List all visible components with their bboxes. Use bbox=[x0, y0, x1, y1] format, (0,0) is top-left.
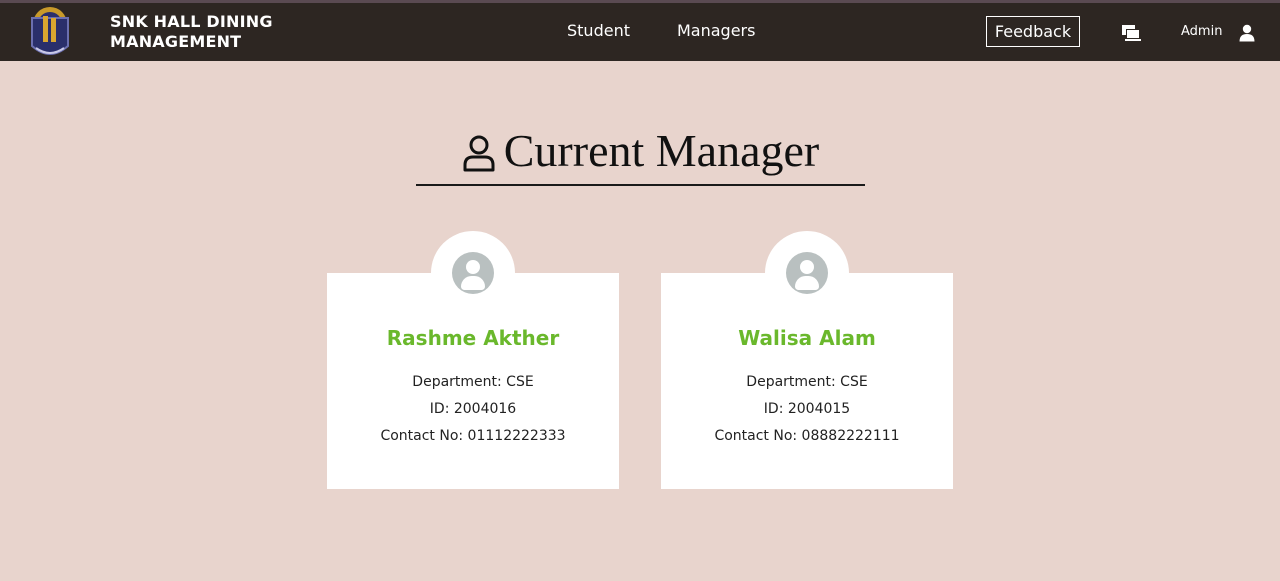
devices-icon[interactable] bbox=[1121, 24, 1141, 42]
avatar-frame bbox=[431, 231, 515, 315]
manager-card: Rashme Akther Department: CSE ID: 200401… bbox=[327, 231, 619, 489]
manager-card: Walisa Alam Department: CSE ID: 2004015 … bbox=[661, 231, 953, 489]
page-title: Current Manager bbox=[503, 125, 820, 176]
manager-department: Department: CSE bbox=[746, 374, 868, 390]
admin-label[interactable]: Admin bbox=[1181, 24, 1222, 39]
avatar-frame bbox=[765, 231, 849, 315]
top-navbar: SNK HALL DINING MANAGEMENT Student Manag… bbox=[0, 0, 1280, 61]
manager-contact: Contact No: 01112222333 bbox=[380, 428, 566, 444]
manager-id: ID: 2004015 bbox=[763, 401, 851, 417]
manager-name: Rashme Akther bbox=[386, 326, 560, 350]
nav-managers-link[interactable]: Managers bbox=[677, 21, 755, 40]
brand-line-2: MANAGEMENT bbox=[110, 32, 242, 51]
manager-department: Department: CSE bbox=[412, 374, 534, 390]
brand-line-1: SNK HALL DINING bbox=[110, 12, 273, 31]
manager-contact: Contact No: 08882222111 bbox=[714, 428, 900, 444]
avatar-icon bbox=[452, 252, 494, 294]
page-heading: Current Manager bbox=[416, 122, 865, 186]
hall-logo-icon[interactable] bbox=[26, 4, 74, 60]
person-outline-icon bbox=[462, 134, 496, 172]
manager-name: Walisa Alam bbox=[738, 326, 876, 350]
avatar-icon bbox=[786, 252, 828, 294]
user-icon[interactable] bbox=[1238, 24, 1256, 42]
feedback-button[interactable]: Feedback bbox=[986, 16, 1080, 47]
brand-title[interactable]: SNK HALL DINING MANAGEMENT bbox=[110, 12, 273, 52]
nav-student-link[interactable]: Student bbox=[567, 21, 630, 40]
manager-id: ID: 2004016 bbox=[429, 401, 517, 417]
